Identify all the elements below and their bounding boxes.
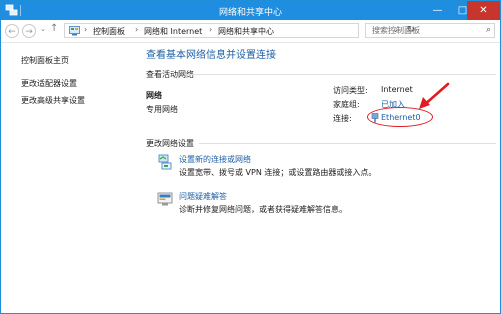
search-input[interactable] xyxy=(366,24,484,37)
window: 网络和共享中心 — □ ✕ ← → ⌄ ↑ › 控制面板 › 网络和 Inter… xyxy=(0,0,501,314)
recent-locations-chevron-icon[interactable]: ⌄ xyxy=(40,25,46,33)
network-category: 专用网络 xyxy=(146,105,178,114)
control-panel-icon xyxy=(69,26,80,36)
breadcrumb-control-panel[interactable]: 控制面板 xyxy=(93,26,125,37)
breadcrumb-separator[interactable]: › xyxy=(135,25,138,34)
page-title: 查看基本网络信息并设置连接 xyxy=(146,50,276,61)
troubleshoot-description: 诊断并修复网络问题，或者获得疑难解答信息。 xyxy=(179,205,347,214)
breadcrumb-separator[interactable]: › xyxy=(209,25,212,34)
breadcrumb-separator[interactable]: › xyxy=(84,25,87,34)
change-settings-header: 更改网络设置 xyxy=(146,139,194,148)
homegroup-label: 家庭组: xyxy=(333,100,360,109)
breadcrumb-network-internet[interactable]: 网络和 Internet xyxy=(144,26,202,37)
access-type-value: Internet xyxy=(381,85,413,94)
troubleshoot-link[interactable]: 问题疑难解答 xyxy=(179,191,227,202)
minimize-button[interactable]: — xyxy=(425,1,450,20)
title-bar: 网络和共享中心 — □ ✕ xyxy=(1,1,500,20)
breadcrumb-network-sharing-center[interactable]: 网络和共享中心 xyxy=(218,26,274,37)
up-button[interactable]: ↑ xyxy=(50,23,58,34)
connections-label: 连接: xyxy=(333,114,352,123)
annotation-arrow-icon xyxy=(419,82,450,109)
forward-button[interactable]: → xyxy=(22,24,36,38)
close-button[interactable]: ✕ xyxy=(467,1,500,20)
search-box: ⌕ xyxy=(365,23,495,38)
navigation-bar: ← → ⌄ ↑ › 控制面板 › 网络和 Internet › 网络和共享中心 … xyxy=(1,20,500,43)
network-name: 网络 xyxy=(146,91,162,100)
setup-connection-description: 设置宽带、拨号或 VPN 连接；或设置路由器或接入点。 xyxy=(179,168,377,177)
sidebar-item-change-advanced-sharing[interactable]: 更改高级共享设置 xyxy=(21,95,85,106)
section-divider xyxy=(185,74,496,75)
search-icon[interactable]: ⌕ xyxy=(486,25,491,35)
setup-connection-link[interactable]: 设置新的连接或网络 xyxy=(179,154,251,165)
sidebar-item-control-panel-home[interactable]: 控制面板主页 xyxy=(21,55,69,66)
section-divider xyxy=(199,143,496,144)
back-button[interactable]: ← xyxy=(5,24,19,38)
sidebar-item-change-adapter-settings[interactable]: 更改适配器设置 xyxy=(21,78,77,89)
troubleshoot-icon xyxy=(157,192,173,206)
new-connection-icon xyxy=(158,154,172,170)
sidebar: 控制面板主页 更改适配器设置 更改高级共享设置 xyxy=(1,43,131,313)
main-content: 查看基本网络信息并设置连接 查看活动网络 网络 专用网络 访问类型: Inter… xyxy=(131,43,500,313)
access-type-label: 访问类型: xyxy=(333,86,368,95)
address-bar[interactable]: › 控制面板 › 网络和 Internet › 网络和共享中心 ⌄ ↻ xyxy=(64,23,415,38)
